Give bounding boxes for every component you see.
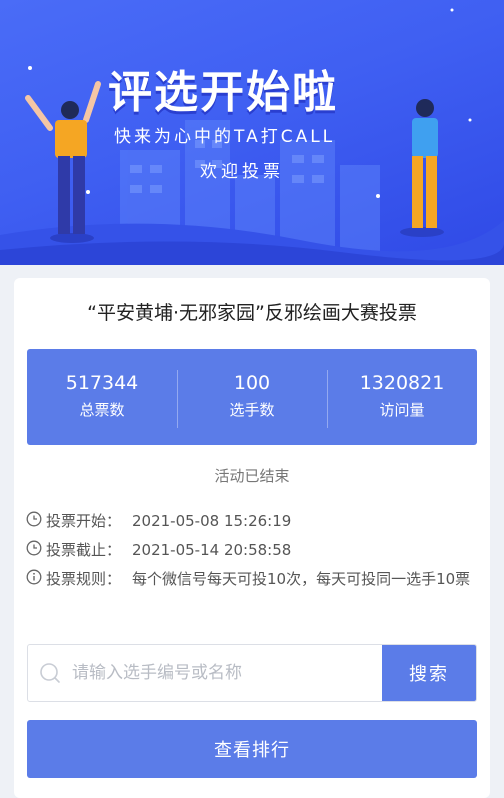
- stat-label: 访问量: [379, 401, 425, 419]
- stats-panel: 517344 总票数 100 选手数 1320821 访问量: [27, 349, 477, 445]
- stat-value: 517344: [65, 372, 139, 394]
- clock-icon: [26, 540, 42, 556]
- banner-subtitle: 快来为心中的TA打CALL: [114, 127, 336, 147]
- stat-contestants: 100 选手数: [177, 370, 327, 428]
- cheering-person-illustration: [25, 81, 101, 243]
- search-input[interactable]: [72, 645, 382, 701]
- vote-end-row: 投票截止： 2021-05-14 20:58:58: [26, 537, 472, 563]
- vote-start-value: 2021-05-08 15:26:19: [132, 512, 292, 530]
- search-bar: 搜索: [27, 644, 477, 702]
- stat-visits: 1320821 访问量: [327, 370, 477, 428]
- vote-rules-value: 每个微信号每天可投10次，每天可投同一选手10票: [132, 570, 471, 588]
- vote-start-row: 投票开始： 2021-05-08 15:26:19: [26, 508, 472, 534]
- vote-end-label: 投票截止：: [46, 541, 122, 559]
- clock-icon: [26, 511, 42, 527]
- info-icon: [26, 569, 42, 585]
- search-icon: [28, 645, 72, 701]
- stat-value: 1320821: [359, 372, 445, 394]
- vote-end-value: 2021-05-14 20:58:58: [132, 541, 292, 559]
- event-title: “平安黄埔·无邪家园”反邪绘画大赛投票: [87, 302, 417, 324]
- search-button[interactable]: 搜索: [382, 645, 476, 701]
- banner-tagline: 欢迎投票: [200, 162, 284, 182]
- hero-banner: 评选开始啦 快来为心中的TA打CALL 欢迎投票: [0, 0, 504, 265]
- stat-label: 选手数: [229, 401, 275, 419]
- stat-label: 总票数: [79, 401, 125, 419]
- standing-person-illustration: [400, 99, 444, 237]
- stat-value: 100: [233, 372, 271, 394]
- view-ranking-button[interactable]: 查看排行: [27, 720, 477, 778]
- vote-start-label: 投票开始：: [46, 512, 122, 530]
- vote-rules-row: 投票规则： 每个微信号每天可投10次，每天可投同一选手10票: [26, 566, 472, 592]
- vote-rules-label: 投票规则：: [46, 570, 122, 588]
- event-card: “平安黄埔·无邪家园”反邪绘画大赛投票 517344 总票数 100 选手数 1…: [14, 278, 490, 798]
- stat-total-votes: 517344 总票数: [27, 370, 177, 424]
- event-status: 活动已结束: [214, 467, 290, 485]
- banner-title: 评选开始啦: [108, 67, 338, 118]
